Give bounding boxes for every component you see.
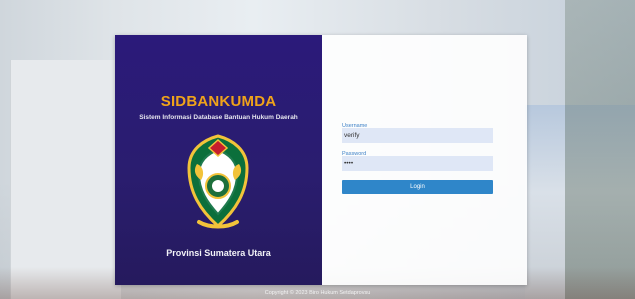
login-card: SIDBANKUMDA Sistem Informasi Database Ba… (115, 35, 527, 285)
background-trees (565, 0, 635, 299)
username-input[interactable] (342, 128, 493, 143)
province-label: Provinsi Sumatera Utara (166, 248, 271, 258)
brand-panel: SIDBANKUMDA Sistem Informasi Database Ba… (115, 35, 322, 285)
app-subtitle: Sistem Informasi Database Bantuan Hukum … (139, 114, 298, 121)
provincial-emblem-icon (181, 130, 255, 238)
login-panel: Username Password Login (322, 35, 527, 285)
password-input[interactable] (342, 156, 493, 171)
login-button[interactable]: Login (342, 180, 493, 194)
app-title: SIDBANKUMDA (160, 93, 277, 110)
copyright-text: Copyright © 2023 Biro Hukum Setdaprovsu (264, 290, 371, 296)
background-building-left (10, 60, 121, 299)
